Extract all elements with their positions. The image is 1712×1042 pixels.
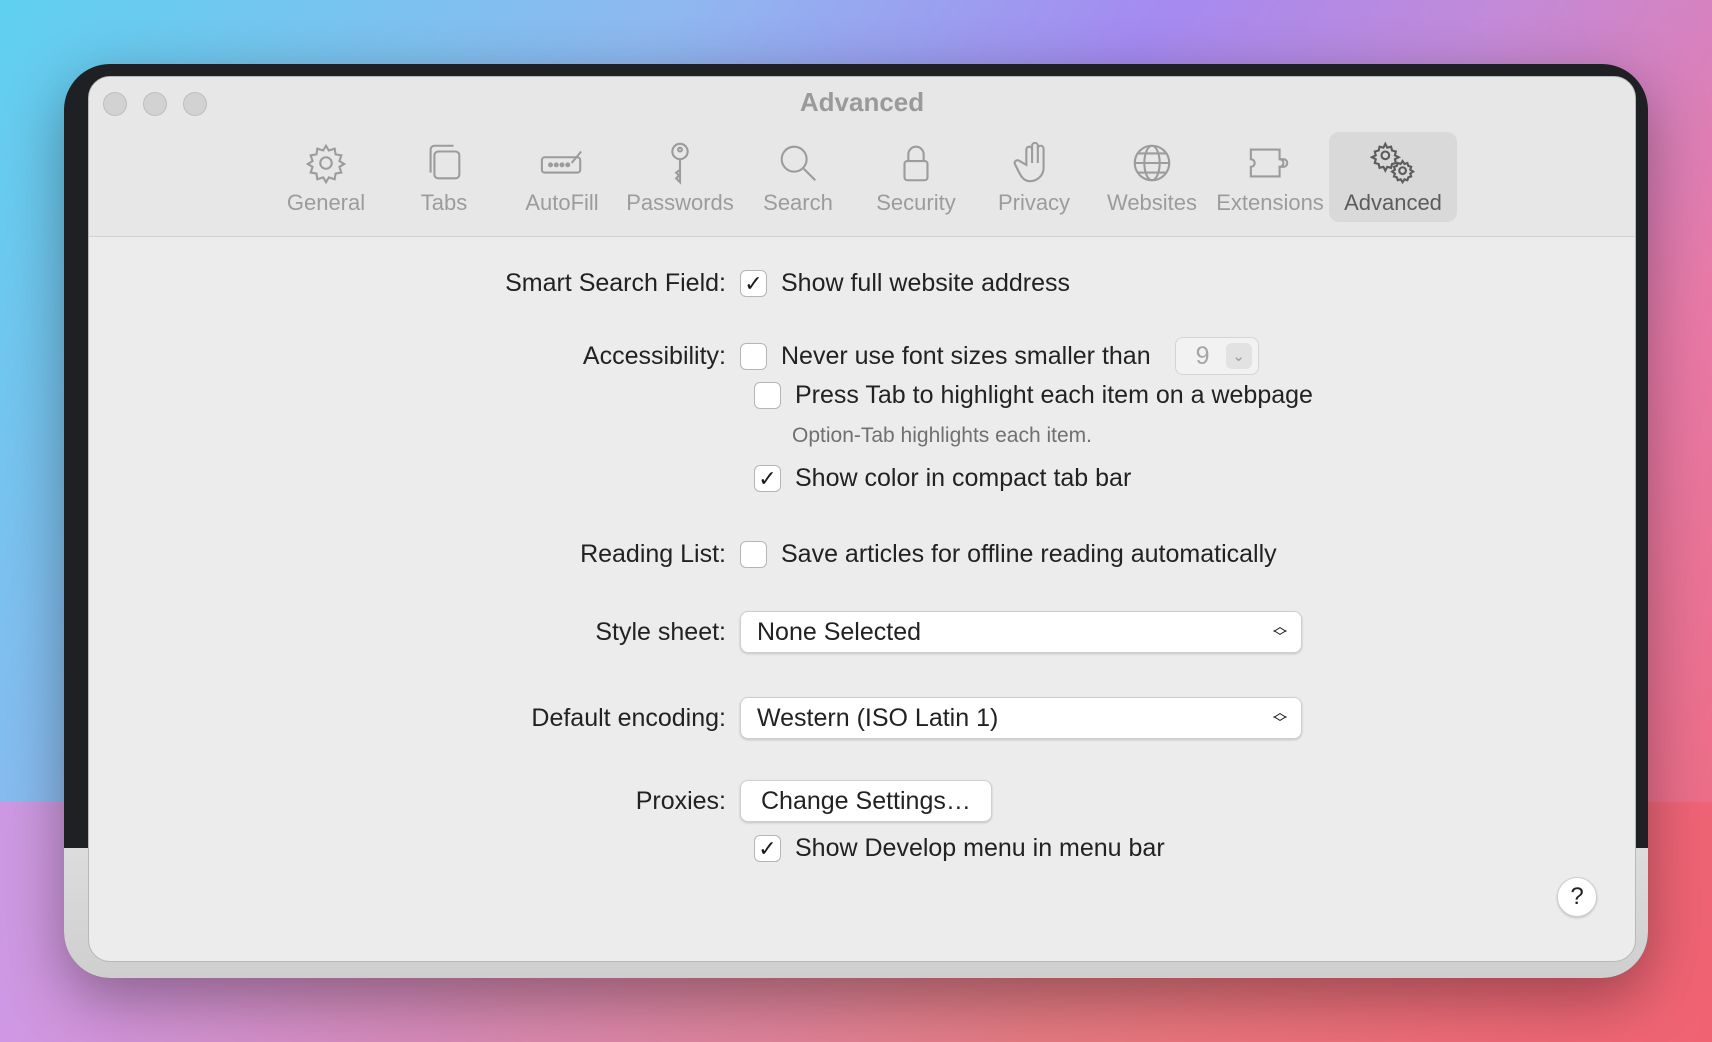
proxies-row: Proxies: Change Settings…	[89, 780, 1635, 822]
style-sheet-row: Style sheet: None Selected ︿ ﹀	[89, 611, 1635, 653]
show-full-address-text: Show full website address	[781, 269, 1071, 297]
tab-label: Search	[763, 190, 833, 215]
key-icon	[671, 142, 689, 185]
tab-highlight-text: Press Tab to highlight each item on a we…	[795, 381, 1313, 409]
hand-icon	[1013, 141, 1045, 183]
updown-chevron-icon: ︿ ﹀	[1273, 618, 1287, 645]
style-sheet-select[interactable]: None Selected ︿ ﹀	[740, 611, 1302, 653]
tab-tabs[interactable]: Tabs	[385, 132, 503, 222]
tab-security[interactable]: Security	[857, 132, 975, 222]
compact-tab-color-text: Show color in compact tab bar	[795, 464, 1132, 492]
tab-label: Privacy	[997, 190, 1071, 215]
encoding-label: Default encoding:	[531, 703, 726, 732]
min-font-size-value: 9	[1195, 341, 1210, 370]
gear-icon	[305, 143, 347, 185]
change-settings-button[interactable]: Change Settings…	[740, 780, 992, 822]
tab-extensions[interactable]: Extensions	[1211, 132, 1329, 222]
tabs-icon	[429, 144, 461, 180]
accessibility-row: Accessibility: Never use font sizes smal…	[89, 337, 1635, 375]
develop-menu-checkbox[interactable]: ✓	[754, 835, 781, 862]
offline-reading-checkbox[interactable]	[740, 541, 767, 568]
chevron-down-icon: ⌄	[1225, 343, 1252, 369]
compact-tab-color-checkbox[interactable]: ✓	[754, 465, 781, 492]
smart-search-label: Smart Search Field:	[505, 269, 726, 297]
tab-websites[interactable]: Websites	[1093, 132, 1211, 222]
tab-hint-row: Option-Tab highlights each item.	[89, 424, 1635, 448]
reading-list-row: Reading List: Save articles for offline …	[89, 540, 1635, 569]
preferences-toolbar: General Tabs AutoFill Passwords Search S…	[89, 132, 1635, 222]
compact-tab-color-row: ✓ Show color in compact tab bar	[89, 464, 1635, 493]
style-sheet-value: None Selected	[757, 617, 922, 646]
reading-list-label: Reading List:	[580, 540, 726, 568]
tab-label: AutoFill	[525, 190, 599, 215]
tab-label: Advanced	[1344, 190, 1442, 215]
develop-menu-row: ✓ Show Develop menu in menu bar	[89, 834, 1635, 863]
tab-advanced[interactable]: Advanced	[1329, 132, 1457, 222]
min-font-size-text: Never use font sizes smaller than	[781, 341, 1151, 370]
proxies-label: Proxies:	[635, 786, 726, 815]
smart-search-row: Smart Search Field: ✓ Show full website …	[89, 269, 1635, 298]
min-font-size-checkbox[interactable]	[740, 342, 767, 370]
tab-general[interactable]: General	[267, 132, 385, 222]
advanced-settings-pane: Smart Search Field: ✓ Show full website …	[89, 237, 1635, 961]
style-sheet-label: Style sheet:	[595, 617, 726, 646]
tab-label: Security	[876, 190, 956, 215]
tab-label: Passwords	[626, 190, 734, 215]
show-full-address-checkbox[interactable]: ✓	[740, 270, 767, 297]
accessibility-label: Accessibility:	[582, 341, 726, 370]
tab-highlight-hint: Option-Tab highlights each item.	[792, 424, 1092, 447]
tab-label: Extensions	[1216, 190, 1324, 215]
gears-icon	[1370, 141, 1416, 185]
min-font-size-select[interactable]: 9 ⌄	[1174, 337, 1259, 375]
search-icon	[780, 145, 816, 181]
tab-highlight-checkbox[interactable]	[754, 382, 781, 409]
encoding-value: Western (ISO Latin 1)	[757, 703, 999, 732]
tab-label: Websites	[1106, 190, 1198, 215]
tab-search[interactable]: Search	[739, 132, 857, 222]
help-button[interactable]: ?	[1557, 877, 1597, 917]
window-title: Advanced	[799, 87, 925, 117]
tab-passwords[interactable]: Passwords	[621, 132, 739, 222]
tab-highlight-row: Press Tab to highlight each item on a we…	[89, 381, 1635, 410]
tab-autofill[interactable]: AutoFill	[503, 132, 621, 222]
tab-privacy[interactable]: Privacy	[975, 132, 1093, 222]
updown-chevron-icon: ︿ ﹀	[1273, 704, 1287, 731]
lock-icon	[903, 145, 929, 182]
puzzle-icon	[1249, 148, 1289, 178]
preferences-window: Advanced General Tabs AutoFill Passwords…	[88, 76, 1636, 962]
title-bar: Advanced General Tabs AutoFill Passwords…	[89, 77, 1635, 237]
tab-label: General	[286, 190, 366, 215]
encoding-row: Default encoding: Western (ISO Latin 1) …	[89, 697, 1635, 739]
develop-menu-text: Show Develop menu in menu bar	[795, 834, 1165, 862]
offline-reading-text: Save articles for offline reading automa…	[781, 540, 1277, 568]
globe-icon	[1133, 144, 1171, 182]
tab-label: Tabs	[420, 190, 468, 215]
encoding-select[interactable]: Western (ISO Latin 1) ︿ ﹀	[740, 697, 1302, 739]
autofill-icon	[540, 150, 582, 174]
